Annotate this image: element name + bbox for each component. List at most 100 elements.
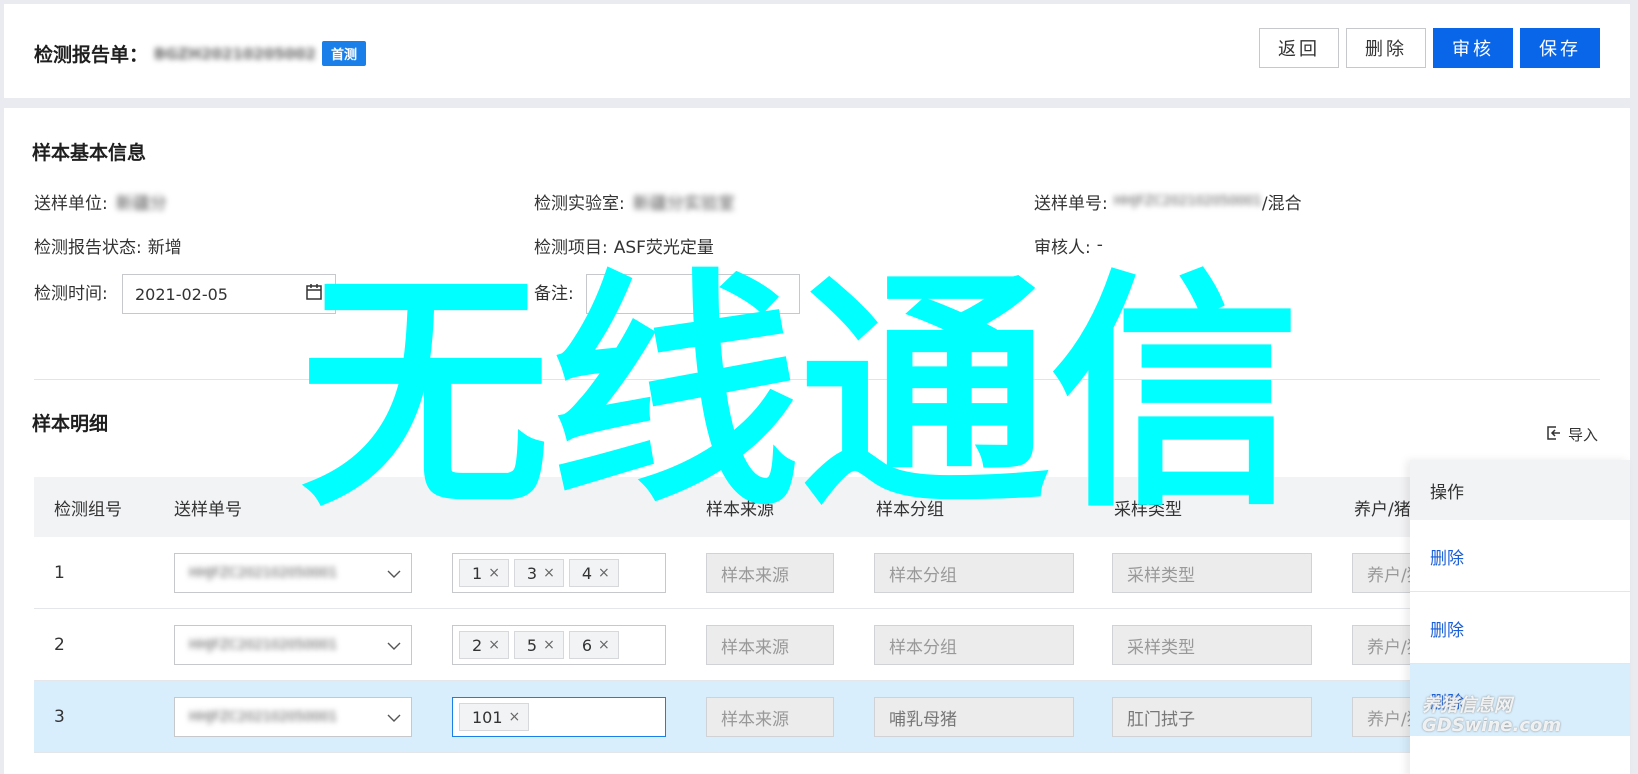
remark-field: 备注: [534, 276, 574, 306]
status-badge: 首测 [322, 41, 367, 66]
remark-label: 备注: [534, 283, 574, 304]
sender-unit-value: 新疆分 [115, 193, 167, 214]
page-header: 检测报告单： BGZH20210205002 首测 返回 删除 审核 保存 [4, 4, 1630, 98]
toolbar: 返回 删除 审核 保存 [1259, 28, 1600, 68]
calendar-icon[interactable] [305, 283, 323, 305]
close-icon[interactable]: × [543, 637, 555, 653]
time-label: 检测时间: [34, 283, 108, 304]
chevron-down-icon [387, 708, 401, 727]
detail-title: 样本明细 [32, 413, 109, 435]
time-field: 检测时间: [34, 276, 108, 306]
sample-no-selected: HHJFZC202102050001 [189, 637, 338, 653]
reviewer-value: - [1096, 235, 1103, 255]
group-input: 样本分组 [874, 625, 1074, 665]
table-row: 1 HHJFZC202102050001 1 × 3 × 4 × 样本来源 样本分组 … [34, 537, 1600, 609]
group-input: 哺乳母猪 [874, 697, 1074, 737]
delete-row-link[interactable]: 删除 [1430, 664, 1464, 736]
sample-type-input: 采样类型 [1112, 625, 1312, 665]
report-number: BGZH20210205002 [154, 44, 316, 63]
source-input: 样本来源 [706, 697, 834, 737]
sender-unit-field: 送样单位: 新疆分 [34, 186, 167, 216]
tag: 5 × [513, 631, 564, 659]
item-value: ASF荧光定量 [613, 237, 714, 258]
lab-field: 检测实验室: 新疆分实验室 [534, 186, 735, 216]
chevron-down-icon [387, 636, 401, 655]
source-input: 样本来源 [706, 553, 834, 593]
sample-type-input: 采样类型 [1112, 553, 1312, 593]
table-header: 检测组号 送样单号 样本来源 样本分组 采样类型 养户/猪场 [34, 477, 1600, 537]
sample-no-select[interactable]: HHJFZC202102050001 [174, 625, 412, 665]
back-button[interactable]: 返回 [1259, 28, 1339, 68]
tag-label: 1 [472, 563, 483, 583]
row-group-no: 1 [54, 563, 65, 583]
table-row: 2 HHJFZC202102050001 2 × 5 × 6 × 样本来源 样本分组 … [34, 609, 1600, 681]
tag: 1 × [459, 559, 509, 587]
sample-no-selected: HHJFZC202102050001 [189, 709, 338, 725]
sample-id-tags[interactable]: 101 × [452, 697, 666, 737]
sample-id-tags[interactable]: 2 × 5 × 6 × [452, 625, 666, 665]
close-icon[interactable]: × [488, 565, 500, 581]
row-group-no: 2 [54, 635, 65, 655]
item-field: 检测项目: ASF荧光定量 [534, 230, 714, 260]
remark-input[interactable] [586, 274, 800, 314]
row-group-no: 3 [54, 707, 65, 727]
report-title: 检测报告单： BGZH20210205002 首测 [34, 40, 367, 67]
col-group-no: 检测组号 [54, 499, 122, 520]
sample-no-value: HHJFZC202102050001 [1113, 193, 1262, 209]
date-picker[interactable]: 2021-02-05 [122, 274, 336, 314]
save-button[interactable]: 保存 [1520, 28, 1600, 68]
chevron-down-icon [387, 564, 401, 583]
close-icon[interactable]: × [598, 637, 610, 653]
group-input: 样本分组 [874, 553, 1074, 593]
tag: 6 × [568, 631, 619, 659]
col-action: 操作 [1410, 460, 1630, 520]
sample-no-suffix: /混合 [1261, 193, 1302, 214]
lab-label: 检测实验室: [534, 193, 625, 214]
date-value: 2021-02-05 [135, 284, 228, 304]
tag-label: 6 [581, 635, 593, 655]
tag-label: 2 [472, 635, 483, 655]
tag-label: 101 [472, 707, 503, 727]
status-label: 检测报告状态: [34, 237, 142, 258]
section-divider [34, 379, 1600, 380]
source-input: 样本来源 [706, 625, 834, 665]
item-label: 检测项目: [534, 237, 608, 258]
close-icon[interactable]: × [509, 709, 521, 725]
tag-label: 4 [581, 563, 593, 583]
sample-no-selected: HHJFZC202102050001 [189, 565, 338, 581]
sample-type-input: 肛门拭子 [1112, 697, 1312, 737]
delete-button[interactable]: 删除 [1346, 28, 1426, 68]
sender-unit-label: 送样单位: [34, 193, 108, 214]
delete-row-link[interactable]: 删除 [1430, 592, 1464, 664]
col-sample-type: 采样类型 [1114, 499, 1182, 520]
main-panel: 样本基本信息 送样单位: 新疆分 检测实验室: 新疆分实验室 送样单号: HHJ… [4, 108, 1630, 774]
report-title-label: 检测报告单： [34, 44, 149, 66]
col-group: 样本分组 [876, 499, 944, 520]
close-icon[interactable]: × [543, 565, 555, 581]
sample-no-select[interactable]: HHJFZC202102050001 [174, 697, 412, 737]
import-icon [1546, 425, 1562, 445]
tag: 4 × [568, 559, 619, 587]
sample-no-label: 送样单号: [1034, 193, 1108, 214]
reviewer-label: 审核人: [1034, 237, 1091, 258]
status-value: 新增 [147, 237, 182, 258]
import-button[interactable]: 导入 [1546, 424, 1598, 445]
sample-no-field: 送样单号: HHJFZC202102050001 /混合 [1034, 186, 1302, 216]
tag: 3 × [513, 559, 564, 587]
close-icon[interactable]: × [598, 565, 610, 581]
operation-column: 操作 删除 删除 删除 [1410, 460, 1630, 774]
lab-value: 新疆分实验室 [632, 193, 735, 214]
col-sample-no: 送样单号 [174, 499, 242, 520]
close-icon[interactable]: × [488, 637, 500, 653]
basic-info-title: 样本基本信息 [32, 142, 147, 164]
tag-label: 5 [526, 635, 538, 655]
import-label: 导入 [1567, 426, 1598, 444]
sample-id-tags[interactable]: 1 × 3 × 4 × [452, 553, 666, 593]
review-button[interactable]: 审核 [1433, 28, 1513, 68]
table-row-selected: 3 HHJFZC202102050001 101 × 样本来源 哺乳母猪 肛门拭子… [34, 681, 1600, 753]
sample-no-select[interactable]: HHJFZC202102050001 [174, 553, 412, 593]
status-field: 检测报告状态: 新增 [34, 230, 182, 260]
reviewer-field: 审核人: - [1034, 230, 1103, 260]
delete-row-link[interactable]: 删除 [1430, 520, 1464, 592]
col-source: 样本来源 [706, 499, 774, 520]
